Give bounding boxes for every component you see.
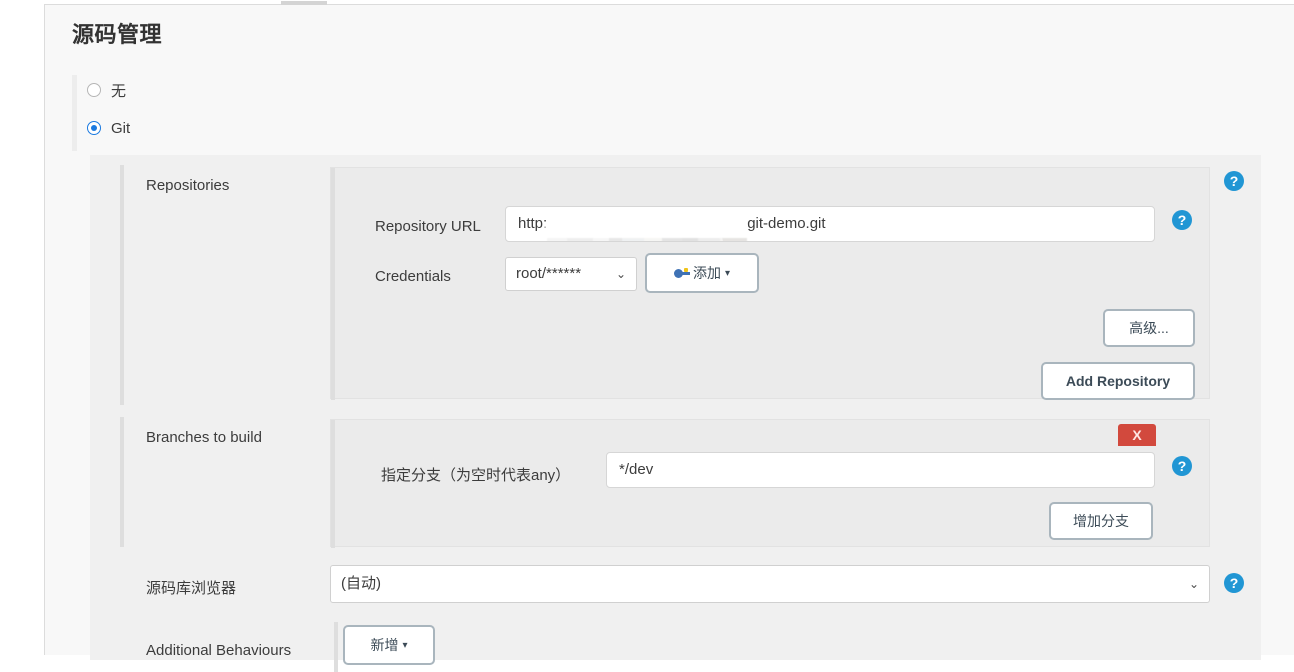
additional-behaviours-divider bbox=[334, 622, 338, 672]
delete-branch-button[interactable]: X bbox=[1118, 424, 1156, 446]
additional-behaviours-label: Additional Behaviours bbox=[146, 642, 292, 659]
branch-specifier-input[interactable]: */dev bbox=[606, 452, 1155, 488]
credentials-select[interactable]: root/****** ⌄ bbox=[505, 257, 637, 291]
chevron-down-icon: ⌄ bbox=[1188, 577, 1199, 591]
chevron-down-icon: ⌄ bbox=[615, 267, 626, 281]
repositories-panel-bar bbox=[331, 168, 335, 400]
credentials-label: Credentials bbox=[375, 268, 451, 285]
repository-browser-select[interactable]: (自动) ⌄ bbox=[330, 565, 1210, 603]
key-icon bbox=[673, 268, 690, 279]
repositories-panel: Repository URL http: git-demo.git ? Cred… bbox=[330, 167, 1210, 400]
repository-url-label: Repository URL bbox=[375, 218, 481, 235]
radio-none-icon[interactable] bbox=[87, 83, 101, 97]
git-config-body: Repositories Repository URL http: git-de… bbox=[90, 155, 1261, 672]
repository-browser-selected-value: (自动) bbox=[341, 575, 381, 592]
scm-type-radio-group: 无 Git bbox=[72, 75, 1232, 151]
scm-type-none-label: 无 bbox=[111, 82, 127, 100]
repository-url-redacted-region bbox=[547, 238, 748, 241]
credentials-selected-value: root/****** bbox=[516, 265, 582, 282]
add-behaviour-button[interactable]: 新增 ▾ bbox=[343, 625, 435, 665]
branches-label: Branches to build bbox=[146, 429, 262, 446]
repository-browser-help-icon[interactable]: ? bbox=[1224, 573, 1244, 593]
scm-type-option-none[interactable]: 无 bbox=[87, 75, 1232, 105]
caret-down-icon: ▾ bbox=[402, 640, 408, 651]
repositories-help-icon[interactable]: ? bbox=[1224, 171, 1244, 191]
add-credentials-button[interactable]: 添加 ▾ bbox=[645, 253, 759, 293]
scm-type-git-label: Git bbox=[111, 119, 131, 137]
advanced-button[interactable]: 高级... bbox=[1103, 309, 1195, 347]
branch-specifier-help-icon[interactable]: ? bbox=[1172, 456, 1192, 476]
page-title: 源码管理 bbox=[72, 22, 163, 47]
branches-panel: X 指定分支（为空时代表any） */dev ? 增加分支 bbox=[330, 419, 1210, 548]
caret-down-icon: ▾ bbox=[724, 268, 731, 279]
scm-config-panel: 源码管理 无 Git Repositories Repository URL h… bbox=[44, 1, 1294, 672]
repository-url-input[interactable]: http: git-demo.git bbox=[505, 206, 1155, 242]
repositories-label: Repositories bbox=[146, 177, 230, 194]
scm-type-option-git[interactable]: Git bbox=[87, 113, 1232, 143]
add-credentials-label: 添加 bbox=[692, 265, 721, 281]
repository-browser-label: 源码库浏览器 bbox=[146, 580, 237, 597]
add-behaviour-label: 新增 bbox=[370, 637, 399, 653]
radio-git-icon[interactable] bbox=[87, 121, 101, 135]
branches-panel-bar bbox=[331, 420, 335, 548]
repository-url-suffix: git-demo.git bbox=[747, 215, 826, 232]
repository-url-help-icon[interactable]: ? bbox=[1172, 210, 1192, 230]
add-repository-button[interactable]: Add Repository bbox=[1041, 362, 1195, 400]
branch-specifier-label: 指定分支（为空时代表any） bbox=[381, 467, 571, 484]
branches-row-divider bbox=[120, 417, 124, 547]
tab-edge-stub bbox=[281, 1, 327, 5]
add-branch-button[interactable]: 增加分支 bbox=[1049, 502, 1153, 540]
repositories-row-divider bbox=[120, 165, 124, 405]
repository-url-prefix: http: bbox=[518, 215, 548, 232]
